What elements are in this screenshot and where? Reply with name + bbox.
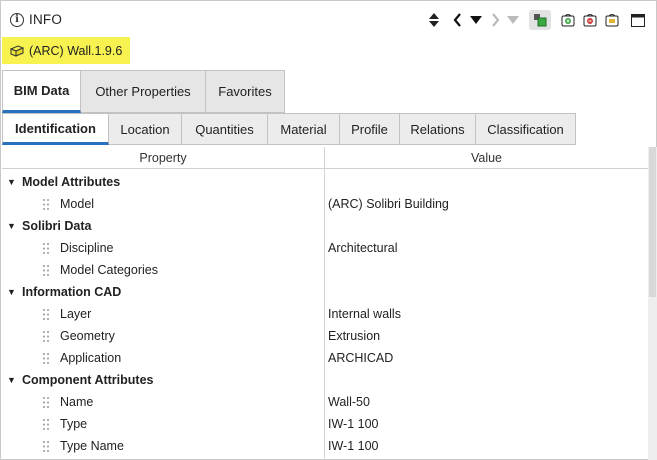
column-header-value[interactable]: Value bbox=[325, 147, 648, 169]
expand-caret-icon[interactable]: ▼ bbox=[7, 281, 16, 303]
scrollbar-thumb[interactable] bbox=[649, 147, 656, 297]
tab-location[interactable]: Location bbox=[109, 113, 182, 145]
maximize-icon[interactable] bbox=[629, 10, 647, 30]
property-name: Geometry bbox=[60, 329, 115, 343]
drag-handle-icon[interactable] bbox=[43, 353, 49, 364]
nav-dropdown-icon[interactable] bbox=[468, 10, 484, 30]
property-value: Internal walls bbox=[328, 307, 401, 321]
nav-menu-icon[interactable] bbox=[505, 10, 521, 30]
selected-element-label: (ARC) Wall.1.9.6 bbox=[29, 43, 123, 58]
table-row[interactable]: Model Categories bbox=[2, 259, 648, 281]
info-icon: i bbox=[10, 13, 24, 27]
remove-from-basket-icon[interactable] bbox=[581, 10, 599, 30]
selected-element-chip: (ARC) Wall.1.9.6 bbox=[2, 37, 130, 64]
tab-identification[interactable]: Identification bbox=[2, 113, 109, 145]
property-name: Discipline bbox=[60, 241, 114, 255]
drag-handle-icon[interactable] bbox=[43, 199, 49, 210]
table-row[interactable]: Application ARCHICAD bbox=[2, 347, 648, 369]
table-row[interactable]: Model (ARC) Solibri Building bbox=[2, 193, 648, 215]
nav-next-icon[interactable] bbox=[488, 10, 502, 30]
tab-favorites[interactable]: Favorites bbox=[206, 70, 285, 113]
group-label: Solibri Data bbox=[22, 219, 92, 233]
property-value bbox=[328, 259, 646, 281]
add-to-basket-icon[interactable] bbox=[559, 10, 577, 30]
drag-handle-icon[interactable] bbox=[43, 309, 49, 320]
group-label: Component Attributes bbox=[22, 373, 154, 387]
basket-icon[interactable] bbox=[603, 10, 621, 30]
tab-other-properties[interactable]: Other Properties bbox=[81, 70, 206, 113]
property-value: IW-1 100 bbox=[328, 417, 379, 431]
expand-caret-icon[interactable]: ▼ bbox=[7, 171, 16, 193]
drag-handle-icon[interactable] bbox=[43, 331, 49, 342]
nav-prev-icon[interactable] bbox=[450, 10, 464, 30]
sub-tabs: Identification Location Quantities Mater… bbox=[2, 113, 576, 145]
group-row-component-attributes[interactable]: ▼ Component Attributes bbox=[2, 369, 648, 391]
table-row[interactable]: Type Name IW-1 100 bbox=[2, 435, 648, 457]
group-label: Information CAD bbox=[22, 285, 122, 299]
group-row-information-cad[interactable]: ▼ Information CAD bbox=[2, 281, 648, 303]
tab-profile[interactable]: Profile bbox=[340, 113, 400, 145]
property-table: Property Value ▼ Model Attributes Model (… bbox=[2, 147, 648, 460]
property-name: Type Name bbox=[60, 439, 124, 453]
group-label: Model Attributes bbox=[22, 175, 121, 189]
column-header-property[interactable]: Property bbox=[2, 147, 324, 169]
property-value: Wall-50 bbox=[328, 395, 370, 409]
tab-quantities[interactable]: Quantities bbox=[182, 113, 268, 145]
tab-material[interactable]: Material bbox=[268, 113, 340, 145]
tab-bim-data[interactable]: BIM Data bbox=[2, 70, 81, 113]
vertical-scrollbar[interactable] bbox=[648, 147, 657, 460]
tab-classification[interactable]: Classification bbox=[476, 113, 576, 145]
table-body: ▼ Model Attributes Model (ARC) Solibri Bu… bbox=[2, 171, 648, 457]
expand-caret-icon[interactable]: ▼ bbox=[7, 369, 16, 391]
tab-relations[interactable]: Relations bbox=[400, 113, 476, 145]
table-row[interactable]: Layer Internal walls bbox=[2, 303, 648, 325]
property-name: Model Categories bbox=[60, 263, 158, 277]
group-row-model-attributes[interactable]: ▼ Model Attributes bbox=[2, 171, 648, 193]
drag-handle-icon[interactable] bbox=[43, 397, 49, 408]
property-value: IW-1 100 bbox=[328, 439, 379, 453]
sort-updown-icon[interactable] bbox=[427, 10, 441, 30]
panel-header: i INFO bbox=[1, 1, 656, 37]
expand-caret-icon[interactable]: ▼ bbox=[7, 215, 16, 237]
top-tabs: BIM Data Other Properties Favorites bbox=[2, 70, 285, 113]
info-panel: i INFO (ARC) Wall.1.9.6 BIM Data Other P… bbox=[0, 0, 657, 460]
drag-handle-icon[interactable] bbox=[43, 265, 49, 276]
drag-handle-icon[interactable] bbox=[43, 243, 49, 254]
property-name: Layer bbox=[60, 307, 92, 321]
table-row[interactable]: Name Wall-50 bbox=[2, 391, 648, 413]
wall-icon bbox=[10, 44, 24, 57]
drag-handle-icon[interactable] bbox=[43, 419, 49, 430]
panel-title: INFO bbox=[29, 12, 63, 27]
property-name: Application bbox=[60, 351, 122, 365]
property-value: Extrusion bbox=[328, 329, 381, 343]
property-name: Model bbox=[60, 197, 95, 211]
property-value: (ARC) Solibri Building bbox=[328, 197, 449, 211]
property-value: Architectural bbox=[328, 241, 398, 255]
property-name: Type bbox=[60, 417, 88, 431]
table-header: Property Value bbox=[2, 147, 648, 169]
property-name: Name bbox=[60, 395, 94, 409]
drag-handle-icon[interactable] bbox=[43, 441, 49, 452]
property-value: ARCHICAD bbox=[328, 351, 394, 365]
filter-objects-icon[interactable] bbox=[529, 10, 551, 30]
table-row[interactable]: Type IW-1 100 bbox=[2, 413, 648, 435]
table-row[interactable]: Geometry Extrusion bbox=[2, 325, 648, 347]
group-row-solibri-data[interactable]: ▼ Solibri Data bbox=[2, 215, 648, 237]
table-row[interactable]: Discipline Architectural bbox=[2, 237, 648, 259]
